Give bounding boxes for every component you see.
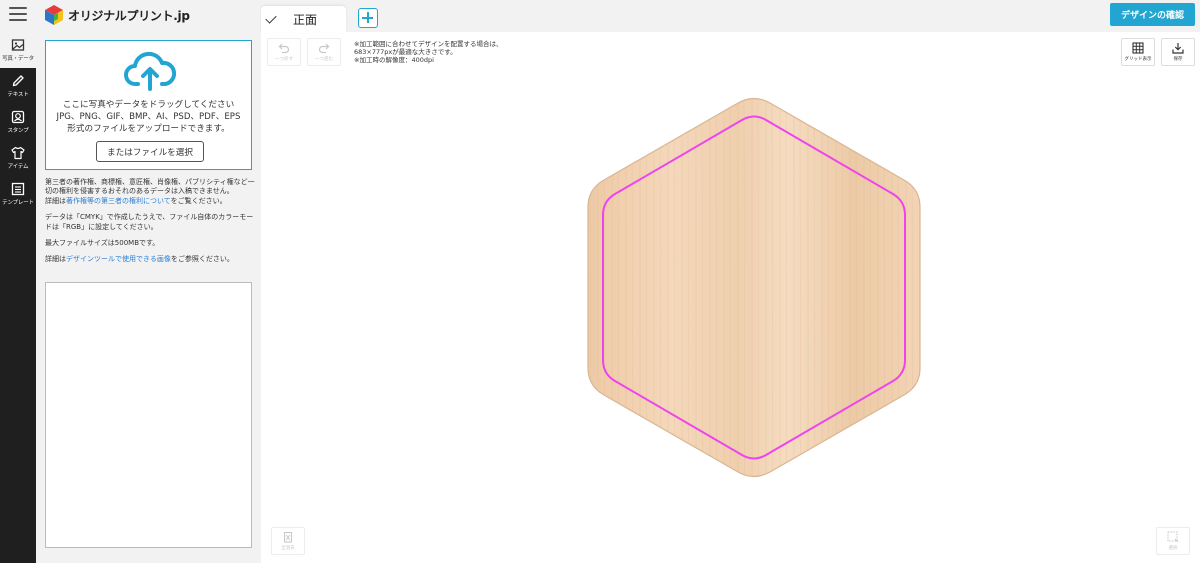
product-preview[interactable] bbox=[581, 96, 927, 479]
clear-all-button[interactable]: 全消去 bbox=[271, 527, 305, 555]
rights-text: 第三者の著作権、商標権、意匠権、肖像権、パブリシティ権など一切の権利を侵害するお… bbox=[45, 178, 255, 196]
upload-dropzone[interactable]: ここに写真やデータをドラッグしてください JPG、PNG、GIF、BMP、AI、… bbox=[45, 40, 252, 170]
print-area-info: ※加工範囲に合わせてデザインを配置する場合は、 683×777pxが最適な大きさ… bbox=[354, 40, 502, 64]
clear-all-label: 全消去 bbox=[281, 546, 295, 551]
cloud-upload-icon bbox=[124, 51, 176, 91]
cmyk-note: データは「CMYK」で作成したうえで、ファイル自体のカラーモードは「RGB」に設… bbox=[45, 213, 254, 231]
nav-item-item[interactable]: アイテム bbox=[0, 140, 36, 176]
info-line-2: 683×777pxが最適な大きさです。 bbox=[354, 48, 457, 56]
nav-item-label: アイテム bbox=[7, 164, 29, 170]
top-bar: オリジナルプリント.jp 正面 デザインの確認 bbox=[0, 0, 1200, 33]
images-link[interactable]: デザインツールで使用できる画像 bbox=[66, 255, 171, 263]
grid-icon bbox=[1132, 42, 1144, 54]
template-icon bbox=[11, 182, 25, 196]
redo-button[interactable]: 一つ進む bbox=[307, 38, 341, 66]
nav-item-template[interactable]: テンプレート bbox=[0, 176, 36, 212]
design-canvas-area: 一つ戻す 一つ進む ※加工範囲に合わせてデザインを配置する場合は、 683×77… bbox=[261, 32, 1200, 563]
info-line-1: ※加工範囲に合わせてデザインを配置する場合は、 bbox=[354, 40, 503, 48]
wooden-hexagon-coaster bbox=[587, 97, 921, 478]
info-line-3: ※加工時の解像度：400dpi bbox=[354, 56, 434, 64]
nav-item-label: テキスト bbox=[7, 92, 29, 98]
logo-cube-icon bbox=[45, 5, 63, 25]
grid-label: グリッド表示 bbox=[1124, 57, 1152, 62]
save-button[interactable]: 保存 bbox=[1161, 38, 1195, 66]
tab-front[interactable]: 正面 bbox=[261, 6, 346, 33]
trash-icon bbox=[284, 532, 292, 543]
pencil-icon bbox=[12, 75, 24, 87]
select-label: 選択 bbox=[1168, 546, 1178, 551]
add-face-button[interactable] bbox=[358, 8, 378, 28]
stamp-icon bbox=[11, 110, 25, 124]
images-note: 詳細はデザインツールで使用できる画像をご参照ください。 bbox=[45, 255, 255, 264]
select-file-button[interactable]: またはファイルを選択 bbox=[96, 141, 204, 162]
rights-note: 第三者の著作権、商標権、意匠権、肖像権、パブリシティ権など一切の権利を侵害するお… bbox=[45, 178, 255, 206]
save-label: 保存 bbox=[1173, 57, 1183, 62]
site-logo[interactable]: オリジナルプリント.jp bbox=[44, 4, 190, 26]
image-icon bbox=[11, 39, 25, 51]
selection-icon bbox=[1167, 531, 1179, 543]
nav-item-label: スタンプ bbox=[7, 128, 29, 134]
images-prefix: 詳細は bbox=[45, 255, 66, 264]
nav-item-stamp[interactable]: スタンプ bbox=[0, 104, 36, 140]
nav-item-text[interactable]: テキスト bbox=[0, 68, 36, 104]
rights-detail-prefix: 詳細は bbox=[45, 196, 66, 205]
drop-line-3: 形式のファイルをアップロードできます。 bbox=[67, 124, 230, 134]
undo-icon bbox=[278, 43, 290, 54]
dropzone-instructions: ここに写真やデータをドラッグしてください JPG、PNG、GIF、BMP、AI、… bbox=[46, 99, 251, 135]
undo-button[interactable]: 一つ戻す bbox=[267, 38, 301, 66]
redo-label: 一つ進む bbox=[315, 57, 333, 62]
nav-item-label: テンプレート bbox=[2, 200, 34, 206]
tshirt-icon bbox=[11, 146, 25, 160]
download-icon bbox=[1172, 43, 1184, 54]
drop-line-2: JPG、PNG、GIF、BMP、AI、PSD、PDF、EPS bbox=[56, 112, 241, 122]
nav-item-label: 写真・データ bbox=[2, 56, 34, 62]
check-icon bbox=[265, 12, 277, 24]
rights-detail-suffix: をご覧ください。 bbox=[170, 196, 227, 205]
logo-text: オリジナルプリント.jp bbox=[68, 8, 190, 23]
select-button[interactable]: 選択 bbox=[1156, 527, 1190, 555]
upload-notes: 第三者の著作権、商標権、意匠権、肖像権、パブリシティ権など一切の権利を侵害するお… bbox=[45, 178, 255, 272]
redo-icon bbox=[318, 43, 330, 54]
confirm-design-button[interactable]: デザインの確認 bbox=[1110, 3, 1195, 26]
images-suffix: をご参照ください。 bbox=[170, 255, 234, 264]
uploaded-images-list[interactable] bbox=[45, 282, 252, 548]
drop-line-1: ここに写真やデータをドラッグしてください bbox=[62, 100, 235, 110]
nav-item-photo-data[interactable]: 写真・データ bbox=[0, 32, 36, 68]
rights-link[interactable]: 著作権等の第三者の権利について bbox=[66, 197, 171, 205]
undo-label: 一つ戻す bbox=[275, 57, 293, 62]
max-size-note: 最大ファイルサイズは500MBです。 bbox=[45, 239, 160, 248]
tab-front-label: 正面 bbox=[293, 13, 318, 27]
side-nav: 写真・データ テキスト スタンプ アイテム テンプレート bbox=[0, 32, 36, 563]
hamburger-menu-icon[interactable] bbox=[9, 7, 27, 21]
upload-panel: ここに写真やデータをドラッグしてください JPG、PNG、GIF、BMP、AI、… bbox=[36, 32, 261, 563]
grid-toggle-button[interactable]: グリッド表示 bbox=[1121, 38, 1155, 66]
